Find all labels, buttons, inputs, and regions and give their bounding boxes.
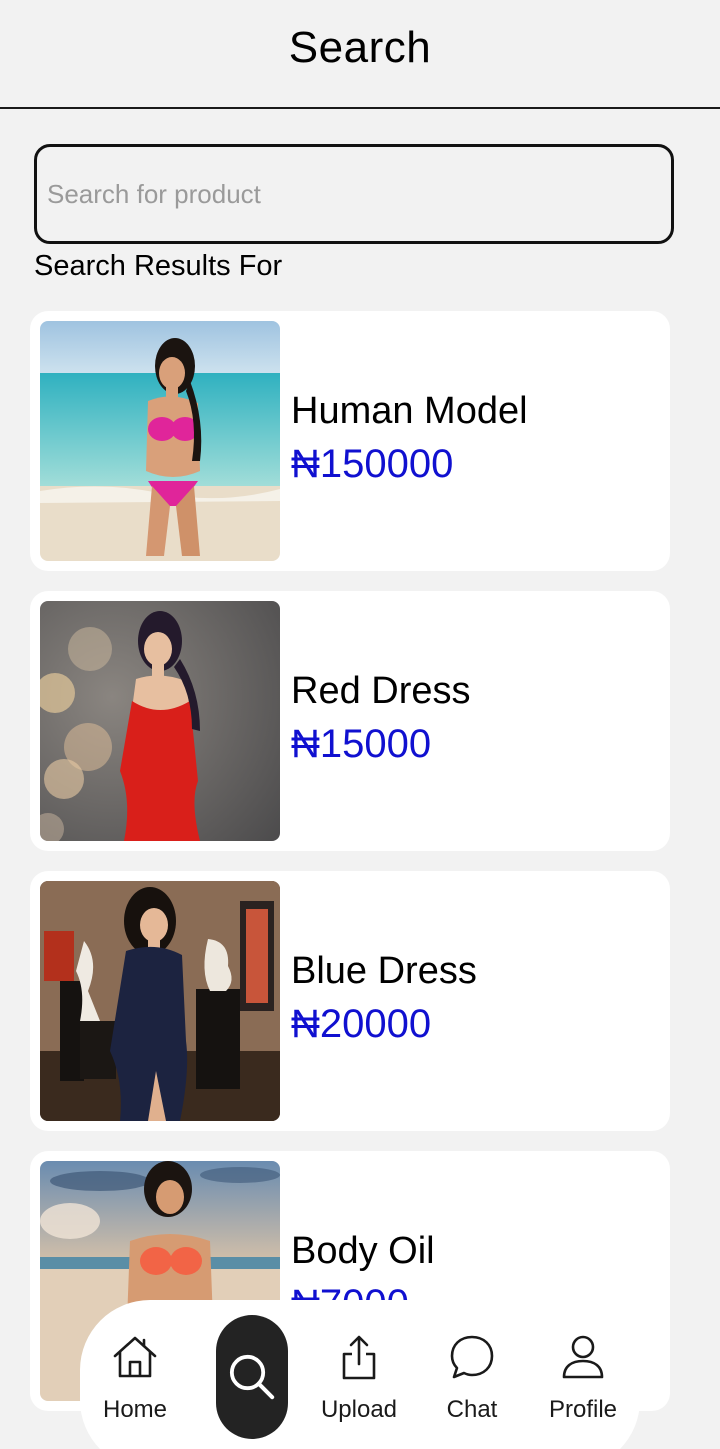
- product-photo-red-dress: [40, 601, 280, 841]
- product-card[interactable]: Red Dress ₦15000: [30, 591, 670, 851]
- home-icon: [113, 1336, 157, 1378]
- nav-profile[interactable]: Profile: [528, 1332, 638, 1424]
- product-list: Human Model ₦150000 Red Dress ₦15000 Blu…: [30, 311, 670, 1431]
- product-name: Body Oil: [291, 1230, 435, 1272]
- product-photo-beach: [40, 321, 280, 561]
- search-input[interactable]: [47, 178, 661, 210]
- nav-upload-label: Upload: [320, 1396, 398, 1423]
- product-image: [40, 321, 280, 561]
- product-price: ₦15000: [291, 722, 432, 766]
- product-price: ₦150000: [291, 442, 454, 486]
- nav-chat-label: Chat: [446, 1396, 498, 1423]
- product-image: [40, 881, 280, 1121]
- nav-home-label: Home: [102, 1396, 168, 1423]
- user-icon: [562, 1335, 604, 1379]
- product-photo-gallery: [40, 881, 280, 1121]
- nav-chat[interactable]: Chat: [417, 1332, 527, 1424]
- product-price: ₦20000: [291, 1002, 432, 1046]
- nav-profile-label: Profile: [548, 1396, 618, 1423]
- product-card[interactable]: Blue Dress ₦20000: [30, 871, 670, 1131]
- nav-search[interactable]: [216, 1315, 288, 1439]
- nav-home[interactable]: Home: [80, 1332, 190, 1424]
- results-label: Search Results For: [34, 250, 283, 282]
- chat-bubble-icon: [450, 1335, 494, 1379]
- product-name: Red Dress: [291, 670, 471, 712]
- product-image: [40, 601, 280, 841]
- search-field[interactable]: [34, 144, 674, 244]
- app-header: Search: [0, 0, 720, 109]
- product-name: Human Model: [291, 390, 528, 432]
- upload-icon: [342, 1335, 376, 1380]
- app-root: Search Search Results For: [0, 0, 720, 1449]
- nav-upload[interactable]: Upload: [304, 1332, 414, 1424]
- bottom-nav: Home Upload Chat Profile: [80, 1300, 640, 1449]
- page-title: Search: [288, 22, 432, 72]
- product-name: Blue Dress: [291, 950, 477, 992]
- product-card[interactable]: Human Model ₦150000: [30, 311, 670, 571]
- search-icon: [229, 1354, 275, 1400]
